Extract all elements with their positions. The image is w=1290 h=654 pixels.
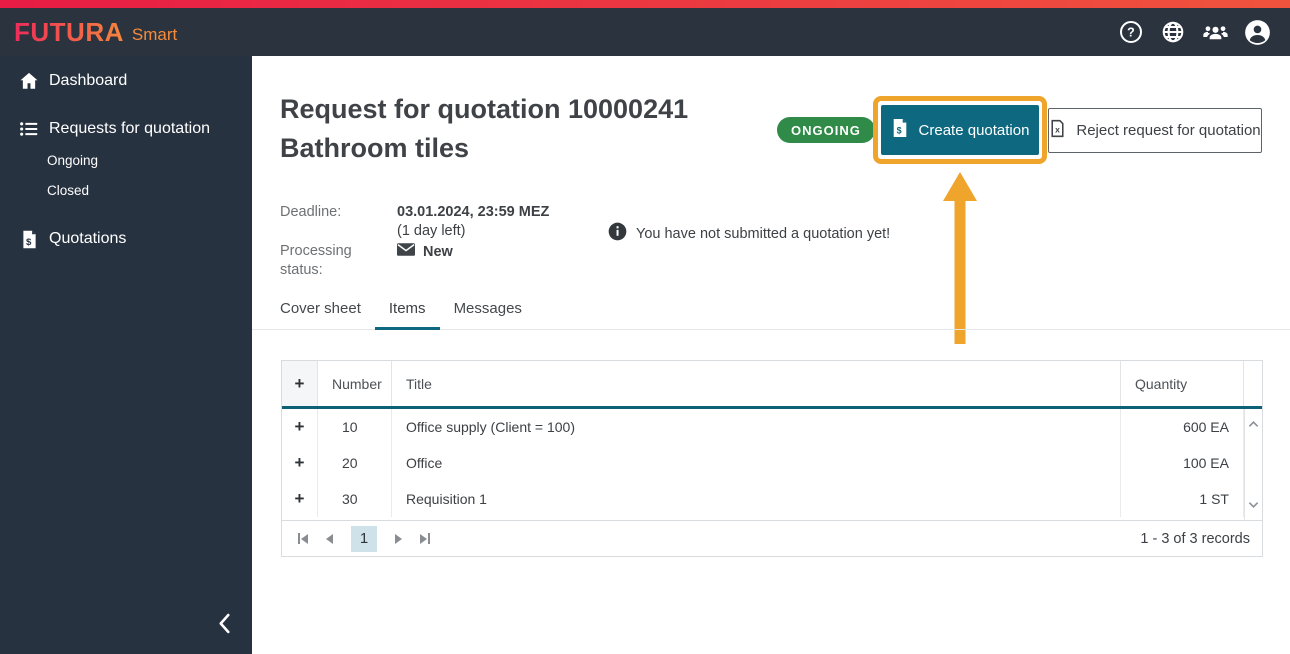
annotation-arrow-up <box>940 172 980 349</box>
processing-status-text: New <box>423 243 453 262</box>
tab-cover-sheet[interactable]: Cover sheet <box>266 296 375 330</box>
records-summary: 1 - 3 of 3 records <box>1140 531 1250 547</box>
processing-status-value: New <box>397 243 453 262</box>
header-icon-group: ? <box>1116 17 1276 47</box>
page-title: Request for quotation 10000241 Bathroom … <box>280 90 688 168</box>
quotation-document-icon: $ <box>891 118 909 142</box>
expand-row-button[interactable]: + <box>282 445 318 481</box>
cell-number: 20 <box>318 445 392 481</box>
reject-request-button[interactable]: x Reject request for quotation <box>1048 108 1262 153</box>
home-icon <box>17 70 41 92</box>
svg-text:$: $ <box>25 237 31 248</box>
sidebar-item-quotations[interactable]: $ Quotations <box>0 222 252 256</box>
column-header-number[interactable]: Number <box>318 361 392 406</box>
processing-status-label: Processing status: <box>280 242 372 280</box>
sidebar-item-dashboard[interactable]: Dashboard <box>0 64 252 98</box>
annotation-highlight-box: $ Create quotation <box>873 96 1047 164</box>
create-quotation-label: Create quotation <box>919 122 1030 139</box>
tab-bar: Cover sheet Items Messages <box>266 296 536 330</box>
deadline-value: 03.01.2024, 23:59 MEZ (1 day left) <box>397 203 549 241</box>
svg-text:x: x <box>1055 124 1060 134</box>
column-header-scrollbar-spacer <box>1244 361 1262 406</box>
table-row[interactable]: + 20 Office 100 EA <box>282 445 1262 481</box>
sidebar-item-label: Requests for quotation <box>49 120 210 138</box>
pagination-next-button[interactable] <box>395 534 402 544</box>
table-body: + 10 Office supply (Client = 100) 600 EA… <box>282 409 1262 520</box>
pagination: 1 <box>298 526 430 552</box>
cell-number: 10 <box>318 409 392 445</box>
deadline-date: 03.01.2024, 23:59 MEZ <box>397 203 549 222</box>
pagination-first-button[interactable] <box>298 533 308 544</box>
tab-items[interactable]: Items <box>375 296 440 330</box>
main-content: Request for quotation 10000241 Bathroom … <box>252 56 1290 654</box>
cell-title: Requisition 1 <box>392 481 1121 517</box>
expand-row-button[interactable]: + <box>282 409 318 445</box>
info-message: You have not submitted a quotation yet! <box>608 222 890 246</box>
brand-accent-strip <box>0 0 1290 8</box>
sidebar-item-label: Quotations <box>49 230 126 248</box>
sidebar-item-closed[interactable]: Closed <box>47 183 89 198</box>
table-footer: 1 1 - 3 of 3 records <box>282 520 1262 556</box>
deadline-note: (1 day left) <box>397 222 549 241</box>
table-header-row: + Number Title Quantity <box>282 361 1262 409</box>
app-window: FUTURA Smart ? Dashboard <box>0 0 1290 654</box>
envelope-icon <box>397 243 415 262</box>
quotation-document-icon: $ <box>17 229 41 250</box>
pagination-current-page[interactable]: 1 <box>351 526 377 552</box>
document-x-icon: x <box>1049 119 1066 142</box>
status-badge: ONGOING <box>777 117 875 143</box>
deadline-label: Deadline: <box>280 203 341 222</box>
chevron-left-icon <box>217 613 232 639</box>
scroll-down-icon[interactable] <box>1248 496 1259 514</box>
table-scrollbar[interactable] <box>1244 409 1262 520</box>
column-header-title[interactable]: Title <box>392 361 1121 406</box>
expand-all-header[interactable]: + <box>282 361 318 406</box>
svg-text:$: $ <box>896 125 901 135</box>
info-icon <box>608 222 627 246</box>
page-title-line2: Bathroom tiles <box>280 129 688 168</box>
brand-logo: FUTURA <box>14 17 124 48</box>
list-icon <box>17 118 41 140</box>
info-message-text: You have not submitted a quotation yet! <box>636 226 890 242</box>
tab-messages[interactable]: Messages <box>440 296 536 330</box>
cell-quantity: 1 ST <box>1121 481 1244 517</box>
app-header: FUTURA Smart ? <box>0 8 1290 56</box>
sidebar-item-label: Dashboard <box>49 72 127 90</box>
sidebar-collapse-button[interactable] <box>210 612 238 640</box>
cell-quantity: 100 EA <box>1121 445 1244 481</box>
account-icon[interactable] <box>1242 17 1272 47</box>
sidebar: Dashboard Requests for quotation Ongoing… <box>0 56 252 654</box>
column-header-quantity[interactable]: Quantity <box>1121 361 1244 406</box>
help-icon[interactable]: ? <box>1116 17 1146 47</box>
reject-request-label: Reject request for quotation <box>1076 122 1260 139</box>
cell-title: Office supply (Client = 100) <box>392 409 1121 445</box>
expand-row-button[interactable]: + <box>282 481 318 517</box>
people-icon[interactable] <box>1200 17 1230 47</box>
cell-title: Office <box>392 445 1121 481</box>
brand-suffix: Smart <box>132 19 177 45</box>
create-quotation-button[interactable]: $ Create quotation <box>881 105 1039 155</box>
table-row[interactable]: + 30 Requisition 1 1 ST <box>282 481 1262 517</box>
sidebar-item-requests-for-quotation[interactable]: Requests for quotation <box>0 112 252 146</box>
scroll-up-icon[interactable] <box>1248 415 1259 433</box>
items-table: + Number Title Quantity + 10 Office supp… <box>281 360 1263 557</box>
page-title-line1: Request for quotation 10000241 <box>280 90 688 129</box>
svg-text:?: ? <box>1127 26 1135 40</box>
table-row[interactable]: + 10 Office supply (Client = 100) 600 EA <box>282 409 1262 445</box>
pagination-prev-button[interactable] <box>326 534 333 544</box>
pagination-last-button[interactable] <box>420 533 430 544</box>
sidebar-item-ongoing[interactable]: Ongoing <box>47 153 98 168</box>
globe-icon[interactable] <box>1158 17 1188 47</box>
cell-quantity: 600 EA <box>1121 409 1244 445</box>
cell-number: 30 <box>318 481 392 517</box>
